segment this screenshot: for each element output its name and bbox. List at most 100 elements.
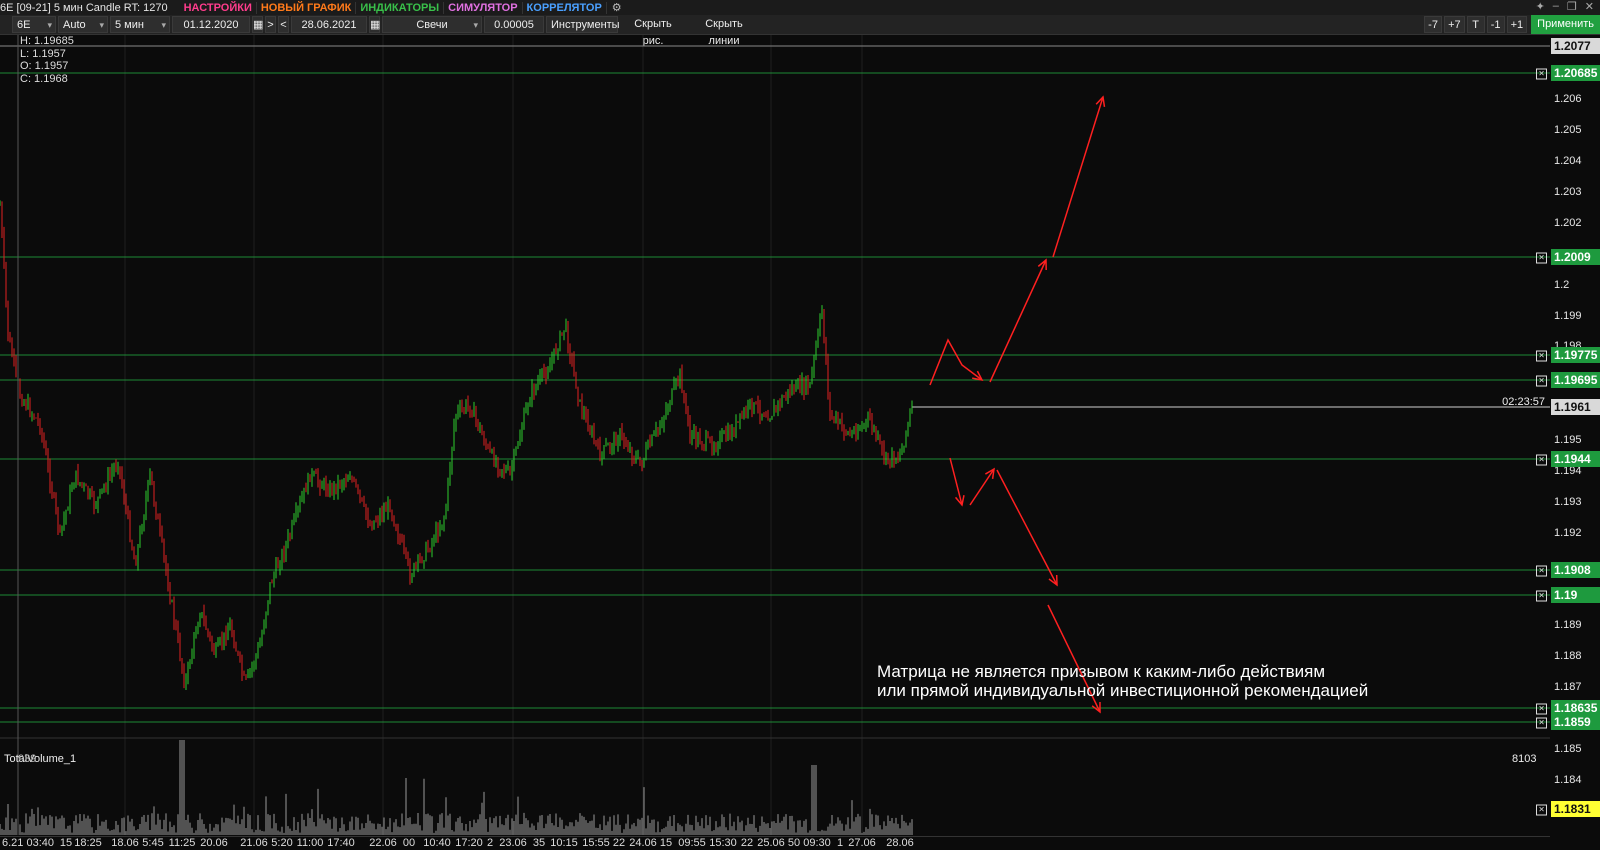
remove-level-icon[interactable]: × — [1536, 590, 1547, 602]
remove-level-icon[interactable]: × — [1536, 454, 1547, 466]
date-from-input[interactable]: 01.12.2020 — [172, 16, 250, 33]
level-label: 1.1908 — [1551, 562, 1600, 578]
nav-next-button[interactable]: > — [265, 16, 276, 33]
window-title: 6E [09-21] 5 мин Candle RT: 1270 — [0, 1, 168, 14]
close-icon[interactable]: ✕ — [1585, 0, 1594, 13]
menu-simulator[interactable]: СИМУЛЯТОР — [444, 1, 523, 14]
price-tick: 1.187 — [1554, 681, 1582, 693]
price-tick: 1.204 — [1554, 155, 1582, 167]
shift-plus1-button[interactable]: +1 — [1506, 16, 1528, 33]
shift-minus1-button[interactable]: -1 — [1486, 16, 1505, 33]
shift-minus7-button[interactable]: -7 — [1424, 16, 1443, 33]
time-label: 09:30 — [803, 837, 831, 849]
price-axis[interactable]: 1.206 1.205 1.204 1.203 1.202 1.2 1.199 … — [1550, 35, 1600, 849]
hide-drawings-button[interactable]: Скрыть рис. — [620, 16, 686, 47]
apply-button[interactable]: Применить — [1531, 15, 1600, 34]
time-axis[interactable]: 6.21 03:40 15 18:25 18.06 5:45 11:25 20.… — [0, 836, 1550, 850]
remove-level-icon[interactable]: × — [1536, 565, 1547, 577]
time-label: 23.06 — [499, 837, 527, 849]
volume-histogram — [0, 740, 913, 835]
minimize-icon[interactable]: – — [1553, 0, 1559, 13]
candlesticks — [0, 200, 913, 691]
ohlc-open: O: 1.1957 — [20, 60, 69, 72]
time-label: 10:15 — [550, 837, 578, 849]
timeframe-select[interactable]: 5 мин — [110, 16, 170, 34]
instruments-button[interactable]: Инструменты — [546, 16, 620, 33]
remove-level-icon[interactable]: × — [1536, 717, 1547, 729]
restore-icon[interactable]: ❐ — [1567, 0, 1577, 13]
time-label: 50 — [787, 837, 801, 849]
remove-level-icon[interactable]: × — [1536, 68, 1547, 80]
menu-correlator[interactable]: КОРРЕЛЯТОР — [523, 1, 607, 14]
price-tick: 1.189 — [1554, 619, 1582, 631]
disclaimer-note: Матрица не является призывом к каким-либ… — [877, 662, 1368, 700]
price-tick: 1.206 — [1554, 93, 1582, 105]
time-label: 17:20 — [455, 837, 483, 849]
calendar-to-icon[interactable]: ▦ — [369, 16, 380, 33]
disclaimer-line-1: Матрица не является призывом к каким-либ… — [877, 662, 1326, 681]
vertical-grid — [124, 35, 863, 835]
price-tick: 1.205 — [1554, 124, 1582, 136]
window-titlebar: 6E [09-21] 5 мин Candle RT: 1270 НАСТРОЙ… — [0, 0, 1600, 15]
disclaimer-line-2: или прямой индивидуальной инвестиционной… — [877, 681, 1369, 700]
forecast-arrow-line — [1052, 96, 1104, 258]
ohlc-low: L: 1.1957 — [20, 47, 66, 60]
level-label: 1.2009 — [1551, 249, 1600, 265]
level-label: 1.1831 — [1551, 801, 1600, 817]
time-label: 17:40 — [327, 837, 355, 849]
volume-overlap-value: 939 — [18, 753, 37, 765]
window-buttons: ✦ – ❐ ✕ — [1536, 0, 1594, 13]
menu-new-chart[interactable]: НОВЫЙ ГРАФИК — [257, 1, 357, 14]
time-label: 22 — [740, 837, 754, 849]
time-label: 00 — [402, 837, 416, 849]
volume-max-value: 8103 — [1512, 753, 1537, 765]
ohlc-readout: H: 1.19685 L: 1.1957 O: 1.1957 C: 1.1968 — [20, 35, 74, 85]
remove-level-icon[interactable]: × — [1536, 804, 1547, 816]
time-label: 35 — [532, 837, 546, 849]
time-label: 21.06 — [240, 837, 268, 849]
time-label: 15 — [659, 837, 673, 849]
time-label: 2 — [486, 837, 494, 849]
menu-indicators[interactable]: ИНДИКАТОРЫ — [356, 1, 445, 14]
remove-level-icon[interactable]: × — [1536, 252, 1547, 264]
time-label: 22 — [612, 837, 626, 849]
price-tick: 1.203 — [1554, 186, 1582, 198]
hide-lines-button[interactable]: Скрыть линии — [688, 16, 760, 47]
time-label: 5:20 — [271, 837, 293, 849]
price-tick: 1.2 — [1554, 279, 1570, 291]
scale-select[interactable]: Auto — [58, 16, 108, 34]
volume-indicator-label: TotalVolume_1 939 — [4, 753, 76, 765]
tick-size-input[interactable]: 0.00005 — [484, 16, 544, 33]
shift-plus7-button[interactable]: +7 — [1444, 16, 1465, 33]
chart-type-select[interactable]: Свечи — [382, 16, 482, 34]
time-label: 22.06 — [369, 837, 397, 849]
date-to-input[interactable]: 28.06.2021 — [291, 16, 367, 33]
pin-icon[interactable]: ✦ — [1536, 0, 1545, 13]
bar-timer: 02:23:57 — [1502, 396, 1545, 408]
price-tick: 1.195 — [1554, 434, 1582, 446]
time-label: 15 — [59, 837, 73, 849]
time-label: 15:55 — [582, 837, 610, 849]
remove-level-icon[interactable]: × — [1536, 375, 1547, 387]
price-chart[interactable] — [0, 35, 1550, 849]
forecast-arrow-line — [996, 469, 1058, 586]
price-tick: 1.193 — [1554, 496, 1582, 508]
level-label: 1.19 — [1551, 587, 1600, 603]
level-label: 1.2077 — [1551, 38, 1600, 54]
shift-today-button[interactable]: T — [1466, 16, 1485, 33]
calendar-from-icon[interactable]: ▦ — [252, 16, 263, 33]
time-label: 15:30 — [709, 837, 737, 849]
nav-prev-button[interactable]: < — [278, 16, 289, 33]
remove-level-icon[interactable]: × — [1536, 703, 1547, 715]
menu-settings[interactable]: НАСТРОЙКИ — [180, 1, 257, 14]
time-label: 5:45 — [142, 837, 164, 849]
level-label: 1.1944 — [1551, 451, 1600, 467]
price-tick: 1.184 — [1554, 774, 1582, 786]
settings-gear-icon[interactable]: ⚙ — [607, 1, 622, 14]
ohlc-high: H: 1.19685 — [20, 35, 74, 47]
symbol-select[interactable]: 6E — [12, 16, 56, 34]
remove-level-icon[interactable]: × — [1536, 350, 1547, 362]
time-label: 1 — [836, 837, 844, 849]
forecast-arrowhead — [985, 467, 995, 480]
level-label: 1.19695 — [1551, 372, 1600, 388]
